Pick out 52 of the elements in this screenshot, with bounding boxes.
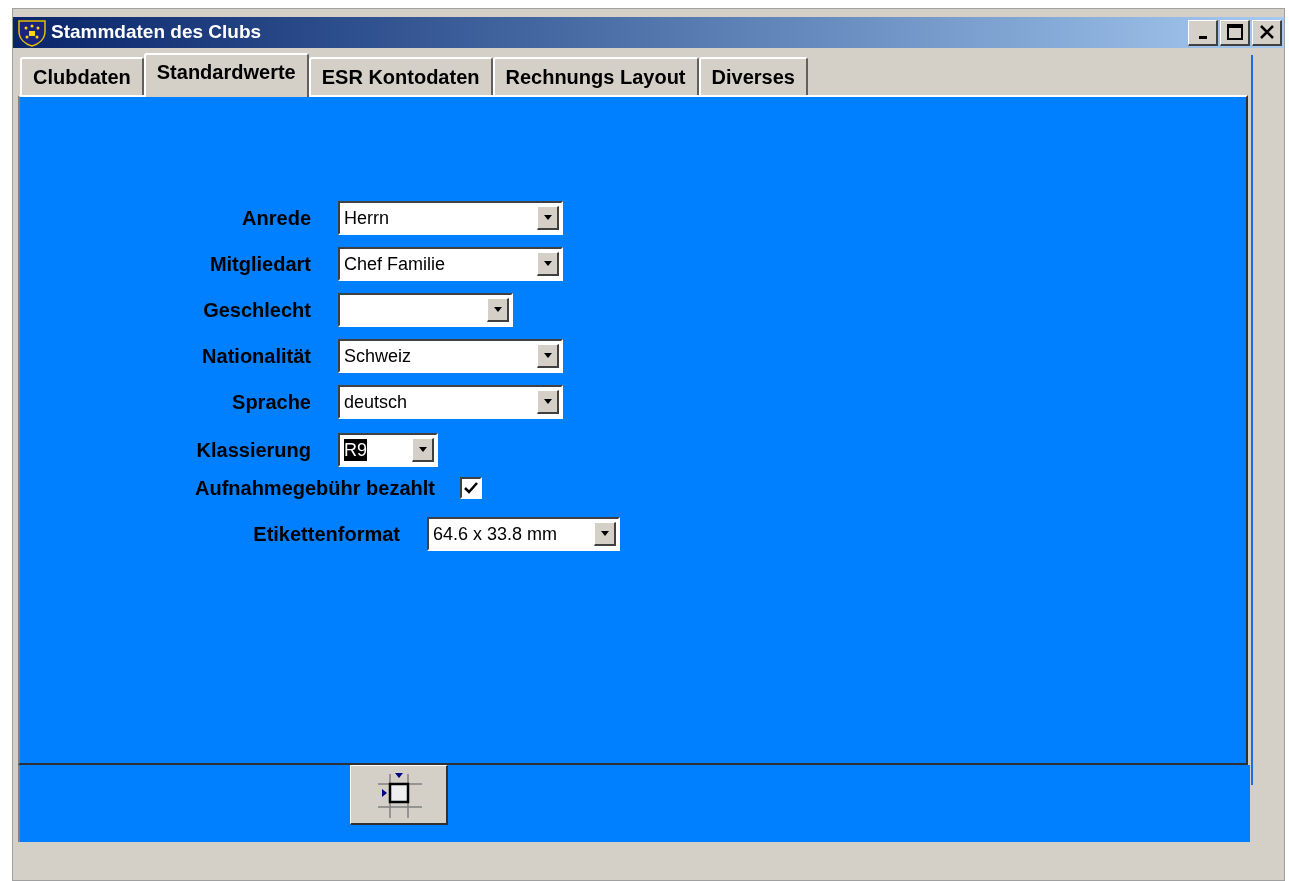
field-label: Sprache [231,390,312,415]
tab[interactable]: ESR Kontodaten [308,57,493,95]
minimize-button[interactable] [1188,19,1218,46]
shield-icon [17,18,47,47]
tab[interactable]: Diverses [698,57,808,95]
tab[interactable]: Rechnungs Layout [492,57,699,95]
maximize-button[interactable] [1220,19,1250,46]
dropdown-field[interactable]: deutsch [338,385,563,419]
caret-icon [493,307,502,312]
dropdown-button[interactable] [537,344,559,368]
field-label: Klassierung [195,438,312,463]
field-value: R9 [344,439,367,461]
field-value: Herrn [344,207,389,229]
checkbox[interactable] [460,477,482,499]
close-icon [1259,25,1274,39]
maximize-icon [1226,24,1243,40]
tab[interactable]: Standardwerte [143,53,309,97]
dropdown-field[interactable]: Chef Familie [338,247,563,281]
dropdown-field[interactable]: 64.6 x 33.8 mm [427,517,620,551]
grid-icon [375,771,422,818]
checkmark-icon [464,482,478,494]
dropdown-button[interactable] [412,438,434,462]
field-label: Nationalität [201,344,312,369]
dropdown-button[interactable] [594,522,616,546]
dropdown-field[interactable]: R9 [338,433,438,467]
dropdown-button[interactable] [487,298,509,322]
minimize-icon [1198,35,1207,39]
dropdown-field[interactable] [338,293,513,327]
caret-icon [600,531,609,536]
field-label: Geschlecht [202,298,312,323]
field-value: Chef Familie [344,253,446,275]
caret-icon [543,353,552,358]
dropdown-button[interactable] [537,252,559,276]
caret-icon [418,447,427,452]
field-label: Anrede [241,206,312,231]
field-value: deutsch [344,391,408,413]
caret-icon [543,261,552,266]
field-label: Etikettenformat [252,522,401,547]
dropdown-field[interactable]: Schweiz [338,339,563,373]
dropdown-field[interactable]: Herrn [338,201,563,235]
field-value: 64.6 x 33.8 mm [433,523,558,545]
dropdown-button[interactable] [537,206,559,230]
close-button[interactable] [1252,19,1282,46]
dropdown-button[interactable] [537,390,559,414]
grid-button[interactable] [350,765,448,825]
field-label: Mitgliedart [208,252,312,277]
caret-icon [543,215,552,220]
tab[interactable]: Clubdaten [20,57,144,95]
field-value: Schweiz [344,345,412,367]
caret-icon [543,399,552,404]
window-title: Stammdaten des Clubs [51,20,262,45]
field-label: Aufnahmegebühr bezahlt [194,476,436,501]
